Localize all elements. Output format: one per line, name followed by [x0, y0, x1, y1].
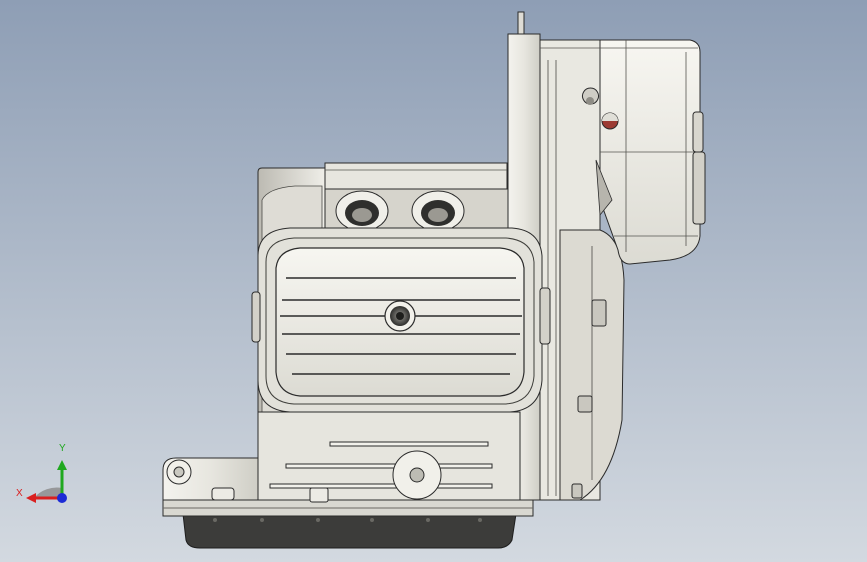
cylinder-head — [251, 227, 551, 413]
x-axis-label: X — [16, 488, 23, 499]
axis-triad-icon — [26, 460, 67, 503]
spark-plug-sockets — [324, 188, 526, 235]
top-fin-plate — [324, 162, 508, 190]
axis-triad: X Y — [0, 430, 90, 520]
engine-model[interactable] — [0, 0, 867, 562]
graphics-viewport[interactable]: X Y — [0, 0, 867, 562]
oil-pan — [182, 513, 517, 549]
y-axis-label: Y — [59, 443, 66, 454]
